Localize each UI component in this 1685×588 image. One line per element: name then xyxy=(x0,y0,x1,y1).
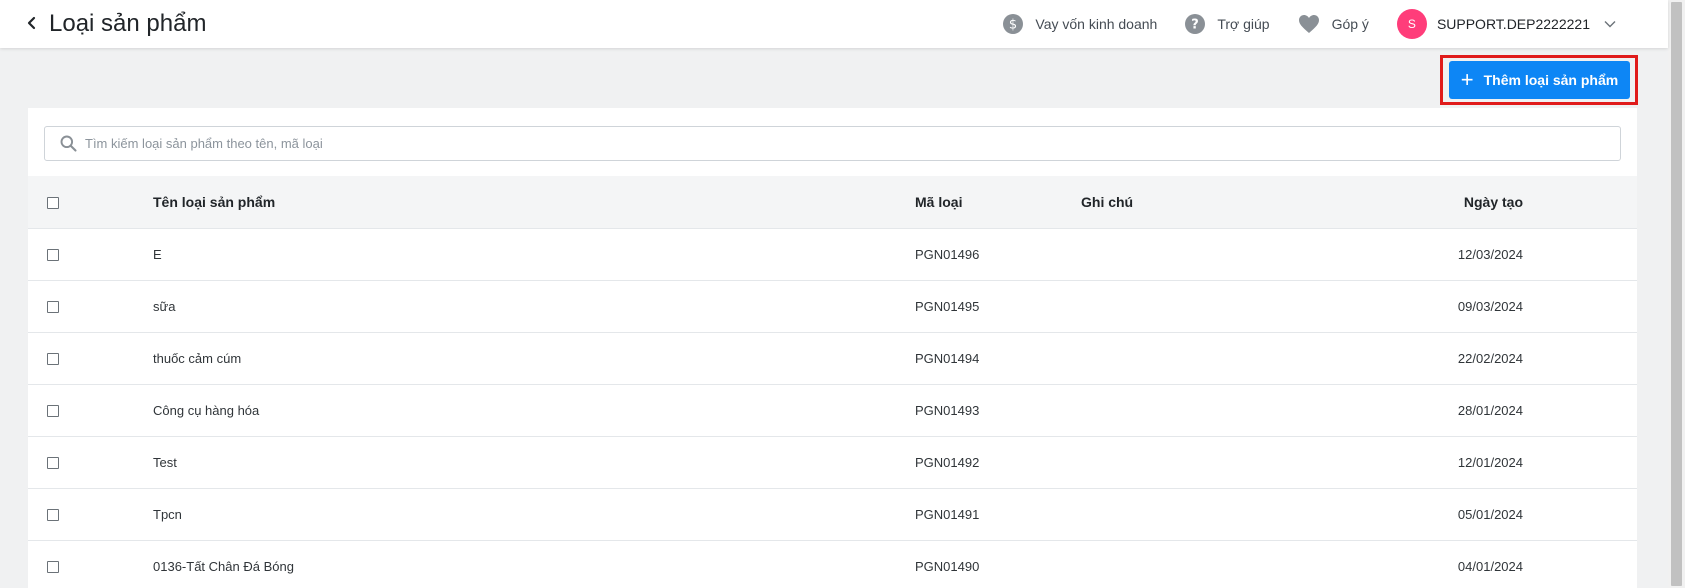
product-type-name: Tpcn xyxy=(153,506,182,522)
product-type-code: PGN01491 xyxy=(915,506,980,522)
table-header-row: Tên loại sản phẩm Mã loại Ghi chú Ngày t… xyxy=(28,176,1637,228)
product-type-code: PGN01493 xyxy=(915,402,980,418)
product-type-table: Tên loại sản phẩm Mã loại Ghi chú Ngày t… xyxy=(28,176,1637,588)
product-type-code: PGN01495 xyxy=(915,298,980,314)
table-row[interactable]: Công cụ hàng hóa PGN01493 28/01/2024 xyxy=(28,384,1637,436)
table-row[interactable]: 0136-Tất Chân Đá Bóng PGN01490 04/01/202… xyxy=(28,540,1637,588)
feedback-link[interactable]: Góp ý xyxy=(1298,14,1369,34)
select-all-cell xyxy=(28,176,153,228)
product-type-note xyxy=(1081,436,1423,488)
help-link[interactable]: ? Trợ giúp xyxy=(1185,14,1270,34)
created-date: 05/01/2024 xyxy=(1457,506,1523,522)
product-type-code: PGN01494 xyxy=(915,350,980,366)
product-type-name: 0136-Tất Chân Đá Bóng xyxy=(153,558,294,574)
product-type-code: PGN01492 xyxy=(915,454,980,470)
created-date: 12/03/2024 xyxy=(1457,246,1523,262)
top-nav: $ Vay vốn kinh doanh ? Trợ giúp Góp ý S … xyxy=(975,9,1616,39)
plus-icon: + xyxy=(1460,67,1474,92)
select-all-checkbox[interactable] xyxy=(47,197,59,210)
user-name: SUPPORT.DEP2222221 xyxy=(1436,16,1590,32)
dollar-icon: $ xyxy=(1003,14,1024,34)
product-type-name: sữa xyxy=(153,298,176,314)
product-type-code: PGN01496 xyxy=(915,246,980,262)
product-type-note xyxy=(1081,280,1423,332)
feedback-label: Góp ý xyxy=(1331,16,1369,32)
product-type-name: E xyxy=(153,246,162,262)
product-type-note xyxy=(1081,488,1423,540)
product-type-name: Công cụ hàng hóa xyxy=(153,402,260,418)
product-type-note xyxy=(1081,228,1423,280)
column-header-code[interactable]: Mã loại xyxy=(915,176,1081,228)
row-checkbox[interactable] xyxy=(47,405,59,418)
row-check-cell xyxy=(28,540,153,588)
search-box[interactable] xyxy=(44,126,1621,161)
row-check-cell xyxy=(28,280,153,332)
column-header-date[interactable]: Ngày tạo xyxy=(1423,176,1637,228)
top-bar: Loại sản phẩm $ Vay vốn kinh doanh ? Trợ… xyxy=(0,0,1668,48)
product-type-note xyxy=(1081,332,1423,384)
created-date: 09/03/2024 xyxy=(1457,298,1523,314)
chevron-down-icon xyxy=(1604,21,1616,28)
table-row[interactable]: Test PGN01492 12/01/2024 xyxy=(28,436,1637,488)
row-check-cell xyxy=(28,436,153,488)
avatar: S xyxy=(1396,9,1427,39)
row-checkbox[interactable] xyxy=(47,249,59,262)
table-row[interactable]: sữa PGN01495 09/03/2024 xyxy=(28,280,1637,332)
row-checkbox[interactable] xyxy=(47,353,59,366)
table-row[interactable]: Tpcn PGN01491 05/01/2024 xyxy=(28,488,1637,540)
loan-label: Vay vốn kinh doanh xyxy=(1035,16,1158,32)
row-checkbox[interactable] xyxy=(47,301,59,314)
page-scrollbar[interactable] xyxy=(1668,0,1685,588)
product-type-panel: Tên loại sản phẩm Mã loại Ghi chú Ngày t… xyxy=(28,108,1637,588)
product-type-name: thuốc cảm cúm xyxy=(153,350,242,366)
created-date: 22/02/2024 xyxy=(1457,350,1523,366)
product-type-note xyxy=(1081,540,1423,588)
add-product-type-button[interactable]: + Thêm loại sản phẩm xyxy=(1449,61,1630,99)
row-checkbox[interactable] xyxy=(47,561,59,574)
loan-link[interactable]: $ Vay vốn kinh doanh xyxy=(1003,14,1157,34)
row-check-cell xyxy=(28,384,153,436)
product-type-code: PGN01490 xyxy=(915,558,980,574)
table-row[interactable]: thuốc cảm cúm PGN01494 22/02/2024 xyxy=(28,332,1637,384)
table-row[interactable]: E PGN01496 12/03/2024 xyxy=(28,228,1637,280)
row-check-cell xyxy=(28,332,153,384)
svg-text:?: ? xyxy=(1192,18,1200,33)
user-menu[interactable]: S SUPPORT.DEP2222221 xyxy=(1396,9,1616,39)
column-header-name[interactable]: Tên loại sản phẩm xyxy=(153,176,915,228)
scrollbar-thumb[interactable] xyxy=(1671,2,1682,586)
row-checkbox[interactable] xyxy=(47,509,59,522)
help-label: Trợ giúp xyxy=(1217,16,1270,32)
row-checkbox[interactable] xyxy=(47,457,59,470)
created-date: 04/01/2024 xyxy=(1457,558,1523,574)
page-title: Loại sản phẩm xyxy=(49,10,207,37)
heart-icon xyxy=(1298,15,1319,33)
search-icon xyxy=(60,135,77,152)
row-check-cell xyxy=(28,228,153,280)
created-date: 12/01/2024 xyxy=(1457,454,1523,470)
help-icon: ? xyxy=(1185,14,1206,34)
row-check-cell xyxy=(28,488,153,540)
created-date: 28/01/2024 xyxy=(1457,402,1523,418)
svg-text:$: $ xyxy=(1009,18,1017,33)
add-product-type-label: Thêm loại sản phẩm xyxy=(1483,72,1619,88)
product-type-name: Test xyxy=(153,454,177,470)
column-header-note: Ghi chú xyxy=(1081,193,1134,210)
back-arrow-icon[interactable] xyxy=(24,13,40,33)
product-type-note xyxy=(1081,384,1423,436)
search-input[interactable] xyxy=(85,136,1620,151)
